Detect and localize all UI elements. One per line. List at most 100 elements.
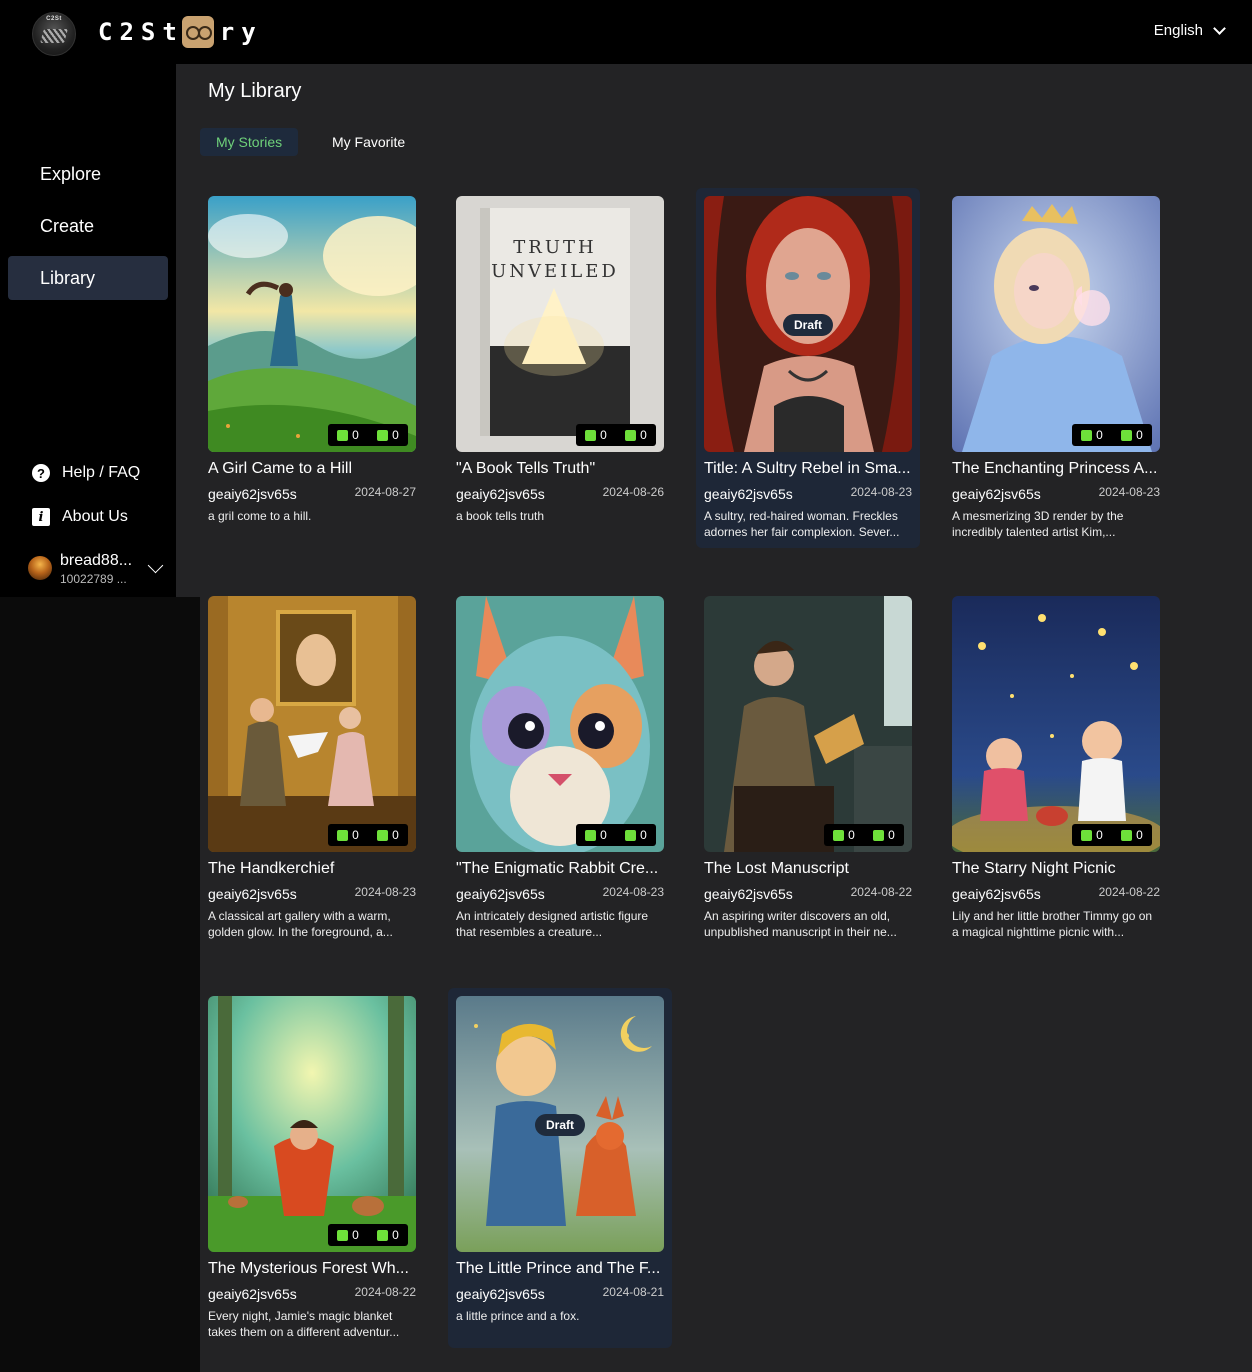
story-date: 2024-08-22 [1098, 885, 1160, 899]
user-name: bread88... [60, 552, 133, 569]
thumbs-down-icon [625, 429, 637, 441]
help-label: Help / FAQ [62, 464, 141, 481]
draft-badge: Draft [534, 1114, 586, 1136]
story-title[interactable]: Title: A Sultry Rebel in Sma... [704, 460, 912, 478]
dislike-count: 0 [392, 428, 399, 442]
like-button[interactable]: 0 [585, 428, 607, 442]
tab-my-favorite[interactable]: My Favorite [316, 128, 421, 156]
story-card[interactable]: 0 0 "The Enigmatic Rabbit Cre... geaiy62… [448, 588, 672, 948]
dislike-count: 0 [392, 828, 399, 842]
logo-badge-icon[interactable]: C2St [32, 12, 76, 56]
info-icon: i [32, 508, 50, 526]
book-cover-title: TRUTH UNVEILED [480, 236, 630, 284]
like-button[interactable]: 0 [1081, 428, 1103, 442]
about-us-link[interactable]: i About Us [32, 508, 128, 526]
dislike-count: 0 [392, 1228, 399, 1242]
story-cover-image[interactable]: 0 0 [952, 596, 1160, 852]
nav-library[interactable]: Library [8, 256, 168, 300]
like-button[interactable]: 0 [833, 828, 855, 842]
dislike-count: 0 [1136, 828, 1143, 842]
thumbs-up-icon [585, 429, 597, 441]
thumbs-up-icon [337, 1229, 349, 1241]
like-count: 0 [352, 428, 359, 442]
thumbs-up-icon [833, 829, 845, 841]
book-cover-line: UNVEILED [491, 261, 619, 282]
story-author: geaiy62jsv65s [952, 886, 1041, 902]
like-button[interactable]: 0 [585, 828, 607, 842]
thumbs-down-icon [1121, 429, 1133, 441]
like-button[interactable]: 0 [337, 828, 359, 842]
dislike-button[interactable]: 0 [625, 828, 647, 842]
top-bar: C2St C2St ry English [0, 0, 1252, 64]
thumbs-up-icon [337, 829, 349, 841]
dislike-button[interactable]: 0 [377, 828, 399, 842]
language-select[interactable]: English [1154, 21, 1226, 39]
story-card[interactable]: 0 0 The Lost Manuscript geaiy62jsv65s 20… [696, 588, 920, 948]
story-title[interactable]: The Enchanting Princess A... [952, 460, 1160, 478]
story-title[interactable]: The Starry Night Picnic [952, 860, 1160, 878]
story-description: A classical art gallery with a warm, gol… [208, 909, 393, 939]
story-title[interactable]: A Girl Came to a Hill [208, 460, 416, 478]
story-cover-image[interactable]: 0 0 [208, 996, 416, 1252]
user-menu[interactable]: bread88... 10022789 ... [28, 552, 132, 586]
like-count: 0 [600, 428, 607, 442]
vote-counter: 0 0 [328, 424, 408, 446]
story-description: a book tells truth [456, 509, 545, 523]
story-title[interactable]: "The Enigmatic Rabbit Cre... [456, 860, 664, 878]
thumbs-up-icon [1081, 829, 1093, 841]
help-faq-link[interactable]: ? Help / FAQ [32, 464, 140, 482]
story-cover-image[interactable]: 0 0 [208, 596, 416, 852]
like-button[interactable]: 0 [337, 428, 359, 442]
story-cover-image[interactable]: 0 0 [456, 596, 664, 852]
story-title[interactable]: "A Book Tells Truth" [456, 460, 664, 478]
story-cover-image[interactable]: 0 0 [952, 196, 1160, 452]
story-title[interactable]: The Handkerchief [208, 860, 416, 878]
logo-text-right: ry [219, 18, 263, 46]
vote-counter: 0 0 [328, 824, 408, 846]
dislike-button[interactable]: 0 [873, 828, 895, 842]
story-cover-image[interactable]: Draft [704, 196, 912, 452]
story-card-draft[interactable]: Draft Title: A Sultry Rebel in Sma... ge… [696, 188, 920, 548]
story-description: A mesmerizing 3D render by the incredibl… [952, 509, 1124, 539]
dislike-button[interactable]: 0 [377, 428, 399, 442]
story-cover-image[interactable]: 0 0 [208, 196, 416, 452]
page-title: My Library [208, 80, 302, 102]
story-date: 2024-08-23 [354, 885, 416, 899]
nav-explore[interactable]: Explore [8, 152, 168, 196]
logo-wordmark[interactable]: C2St ry [98, 14, 263, 50]
dislike-button[interactable]: 0 [377, 1228, 399, 1242]
like-count: 0 [848, 828, 855, 842]
story-card[interactable]: 0 0 The Starry Night Picnic geaiy62jsv65… [944, 588, 1168, 948]
avatar [28, 556, 52, 580]
story-cover-image[interactable]: Draft [456, 996, 664, 1252]
story-date: 2024-08-23 [850, 485, 912, 499]
story-card[interactable]: 0 0 The Handkerchief geaiy62jsv65s 2024-… [200, 588, 424, 948]
story-title[interactable]: The Lost Manuscript [704, 860, 912, 878]
like-count: 0 [352, 1228, 359, 1242]
story-date: 2024-08-21 [602, 1285, 664, 1299]
story-description: A sultry, red-haired woman. Freckles ado… [704, 509, 900, 539]
logo-text-left: C2St [98, 18, 184, 46]
story-card-draft[interactable]: Draft The Little Prince and The F... gea… [448, 988, 672, 1348]
story-card[interactable]: 0 0 The Enchanting Princess A... geaiy62… [944, 188, 1168, 548]
vote-counter: 0 0 [1072, 824, 1152, 846]
story-author: geaiy62jsv65s [456, 486, 545, 502]
thumbs-up-icon [1081, 429, 1093, 441]
vote-counter: 0 0 [1072, 424, 1152, 446]
tab-my-stories[interactable]: My Stories [200, 128, 299, 156]
story-card[interactable]: 0 0 The Mysterious Forest Wh... geaiy62j… [200, 988, 424, 1348]
story-cover-image[interactable]: 0 0 [704, 596, 912, 852]
story-card[interactable]: 0 0 A Girl Came to a Hill geaiy62jsv65s … [200, 188, 424, 548]
story-title[interactable]: The Little Prince and The F... [456, 1260, 664, 1278]
like-button[interactable]: 0 [337, 1228, 359, 1242]
nav-create[interactable]: Create [8, 204, 168, 248]
like-count: 0 [1096, 828, 1103, 842]
story-title[interactable]: The Mysterious Forest Wh... [208, 1260, 416, 1278]
dislike-button[interactable]: 0 [1121, 428, 1143, 442]
story-card[interactable]: TRUTH UNVEILED 0 0 "A Book Tells Truth" … [448, 188, 672, 548]
thumbs-down-icon [377, 1229, 389, 1241]
dislike-button[interactable]: 0 [625, 428, 647, 442]
story-cover-image[interactable]: TRUTH UNVEILED 0 0 [456, 196, 664, 452]
like-button[interactable]: 0 [1081, 828, 1103, 842]
dislike-button[interactable]: 0 [1121, 828, 1143, 842]
